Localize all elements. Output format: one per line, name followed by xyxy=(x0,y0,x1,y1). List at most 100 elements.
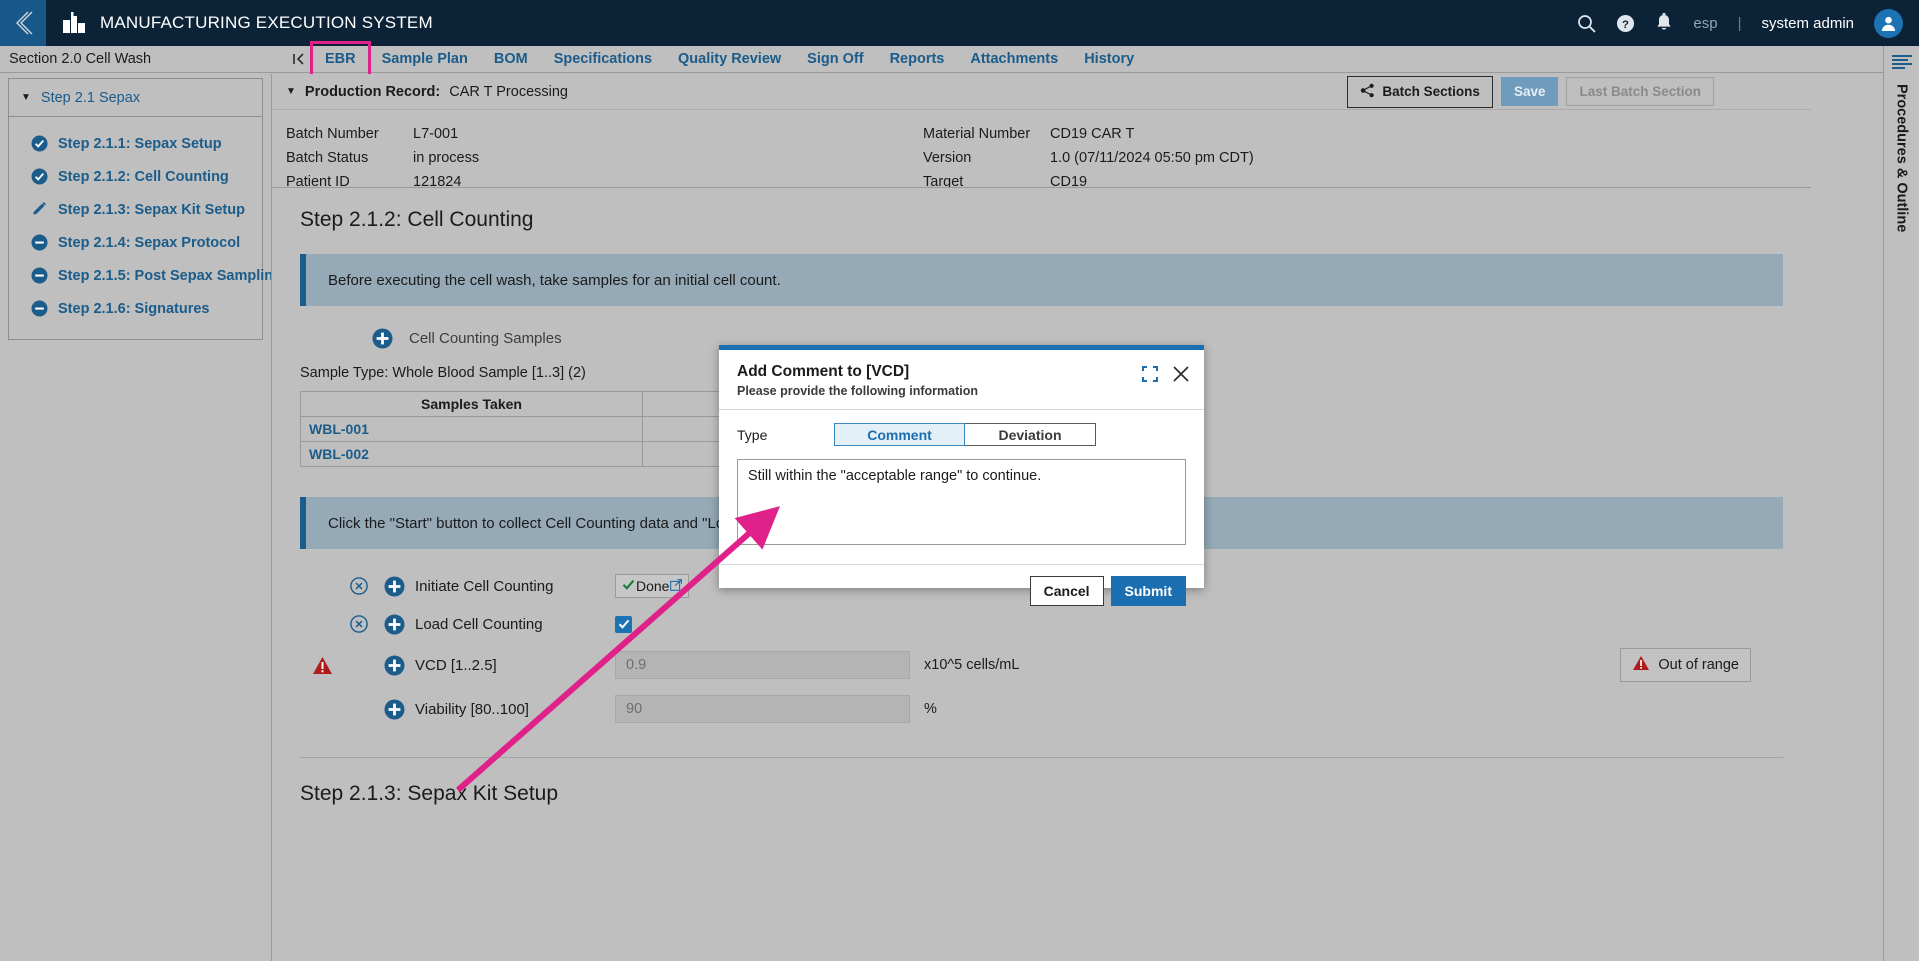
comment-textarea[interactable] xyxy=(737,459,1186,545)
cancel-button[interactable]: Cancel xyxy=(1029,576,1104,606)
meta-value: CD19 CAR T xyxy=(1050,126,1135,142)
sidebar-item-sepax-kit-setup[interactable]: Step 2.1.3: Sepax Kit Setup xyxy=(9,193,262,226)
language-selector[interactable]: esp xyxy=(1693,15,1717,32)
top-bar-actions: ? esp | system admin xyxy=(1577,8,1919,38)
comment-textarea-wrap xyxy=(737,459,1186,550)
sidebar-item-sepax-protocol[interactable]: Step 2.1.4: Sepax Protocol xyxy=(9,226,262,259)
tab-quality-review[interactable]: Quality Review xyxy=(665,46,794,73)
back-chevron-icon xyxy=(16,11,33,35)
info-banner-initial-count: Before executing the cell wash, take sam… xyxy=(300,254,1783,306)
tab-ebr[interactable]: EBR xyxy=(310,40,371,78)
form-row-unit: x10^5 cells/mL xyxy=(924,657,1020,673)
plus-circle-icon[interactable] xyxy=(373,614,415,635)
type-option-comment[interactable]: Comment xyxy=(834,423,965,446)
minus-circle-icon xyxy=(31,234,48,251)
batch-sections-button[interactable]: Batch Sections xyxy=(1347,75,1493,108)
caret-down-icon[interactable]: ▼ xyxy=(286,86,296,97)
meta-key: Batch Number xyxy=(286,126,379,142)
meta-key: Material Number xyxy=(923,126,1031,142)
sidebar-item-sepax-setup[interactable]: Step 2.1.1: Sepax Setup xyxy=(9,127,262,160)
share-nodes-icon xyxy=(1360,83,1375,101)
expand-icon[interactable] xyxy=(1142,366,1158,382)
form-row-control xyxy=(615,615,910,633)
check-circle-icon xyxy=(31,168,48,185)
svg-text:?: ? xyxy=(1622,18,1629,30)
sidebar-group-header[interactable]: ▼ Step 2.1 Sepax xyxy=(9,79,262,117)
form-row-unit: % xyxy=(924,701,937,717)
modal-footer: Cancel Submit xyxy=(719,564,1204,617)
plus-circle-icon[interactable] xyxy=(372,328,393,349)
bell-icon[interactable] xyxy=(1655,13,1673,33)
viability-input[interactable]: 90 xyxy=(615,695,910,723)
meta-value: in process xyxy=(413,150,480,166)
user-avatar-icon[interactable] xyxy=(1874,8,1903,38)
meta-row: Material Number CD19 CAR T xyxy=(923,122,1254,146)
x-circle-icon[interactable] xyxy=(345,615,373,633)
form-row-label: Initiate Cell Counting xyxy=(415,577,554,595)
tab-attachments[interactable]: Attachments xyxy=(957,46,1071,73)
check-icon xyxy=(622,578,635,594)
meta-key: Version xyxy=(923,150,972,166)
batch-sections-label: Batch Sections xyxy=(1382,84,1480,99)
procedures-outline-label[interactable]: Procedures & Outline xyxy=(1894,84,1910,232)
vcd-input[interactable]: 0.9 xyxy=(615,651,910,679)
modal-body: Type Comment Deviation xyxy=(719,409,1204,564)
sidebar-item-cell-counting[interactable]: Step 2.1.2: Cell Counting xyxy=(9,160,262,193)
modal-subtitle: Please provide the following information xyxy=(737,384,978,398)
type-selector-row: Type Comment Deviation xyxy=(737,423,1186,446)
tab-history[interactable]: History xyxy=(1071,46,1147,73)
sidebar-item-signatures[interactable]: Step 2.1.6: Signatures xyxy=(9,292,262,325)
warning-triangle-icon xyxy=(300,656,345,675)
sidebar-item-label: Step 2.1.3: Sepax Kit Setup xyxy=(58,201,245,218)
app-title: MANUFACTURING EXECUTION SYSTEM xyxy=(100,13,433,32)
cell-counting-samples-label: Cell Counting Samples xyxy=(409,330,562,347)
form-row-vcd: VCD [1..2.5] 0.9 x10^5 cells/mL Out of r… xyxy=(272,643,1811,687)
done-button[interactable]: Done xyxy=(615,574,690,598)
tab-reports[interactable]: Reports xyxy=(877,46,958,73)
form-row-label: Load Cell Counting xyxy=(415,615,543,633)
form-row-viability: Viability [80..100] 90 % xyxy=(272,687,1811,731)
help-icon[interactable]: ? xyxy=(1616,14,1635,33)
tab-sign-off[interactable]: Sign Off xyxy=(794,46,876,73)
meta-row: Target CD19 xyxy=(923,170,1254,188)
record-action-buttons: Batch Sections Save Last Batch Section xyxy=(1347,75,1811,108)
submit-button[interactable]: Submit xyxy=(1110,576,1186,606)
type-segmented-control: Comment Deviation xyxy=(834,423,1096,446)
collapse-panel-icon[interactable] xyxy=(286,52,312,66)
meta-key: Target xyxy=(923,174,964,188)
close-icon[interactable] xyxy=(1172,365,1190,383)
last-batch-section-button[interactable]: Last Batch Section xyxy=(1566,77,1714,106)
plus-circle-icon[interactable] xyxy=(373,576,415,597)
tab-specifications[interactable]: Specifications xyxy=(541,46,665,73)
sample-link[interactable]: WBL-001 xyxy=(300,416,643,442)
type-option-deviation[interactable]: Deviation xyxy=(965,423,1096,446)
meta-key: Patient ID xyxy=(286,174,350,188)
tab-bom[interactable]: BOM xyxy=(481,46,541,73)
vcd-status-area: Out of range xyxy=(1620,648,1811,682)
next-step-title: Step 2.1.3: Sepax Kit Setup xyxy=(300,782,559,805)
meta-row: Batch Number L7-001 xyxy=(286,122,503,146)
page-title: Step 2.1.2: Cell Counting xyxy=(300,208,534,231)
out-of-range-badge[interactable]: Out of range xyxy=(1620,648,1751,682)
plus-circle-icon[interactable] xyxy=(373,699,415,720)
list-lines-icon[interactable] xyxy=(1884,46,1919,70)
x-circle-icon[interactable] xyxy=(345,577,373,595)
sidebar-item-post-sepax-sampling[interactable]: Step 2.1.5: Post Sepax Sampling xyxy=(9,259,282,292)
user-name[interactable]: system admin xyxy=(1761,15,1854,32)
sample-link[interactable]: WBL-002 xyxy=(300,441,643,467)
back-button[interactable] xyxy=(0,0,46,46)
sidebar-item-label: Step 2.1.1: Sepax Setup xyxy=(58,135,222,152)
plus-circle-icon[interactable] xyxy=(373,655,415,676)
meta-value: 121824 xyxy=(413,174,462,188)
right-rail: Procedures & Outline xyxy=(1883,46,1919,961)
load-cell-counting-checkbox[interactable] xyxy=(615,615,632,633)
cell-counting-samples-group: Cell Counting Samples xyxy=(272,306,1811,349)
meta-value: CD19 xyxy=(1050,174,1088,188)
search-icon[interactable] xyxy=(1577,14,1597,33)
sidebar-item-label: Step 2.1.6: Signatures xyxy=(58,300,210,317)
sidebar-item-list: Step 2.1.1: Sepax Setup Step 2.1.2: Cell… xyxy=(9,117,282,339)
tab-sample-plan[interactable]: Sample Plan xyxy=(369,46,481,73)
save-button[interactable]: Save xyxy=(1500,77,1559,106)
meta-row: Batch Status in process xyxy=(286,146,503,170)
meta-row: Version 1.0 (07/11/2024 05:50 pm CDT) xyxy=(923,146,1254,170)
